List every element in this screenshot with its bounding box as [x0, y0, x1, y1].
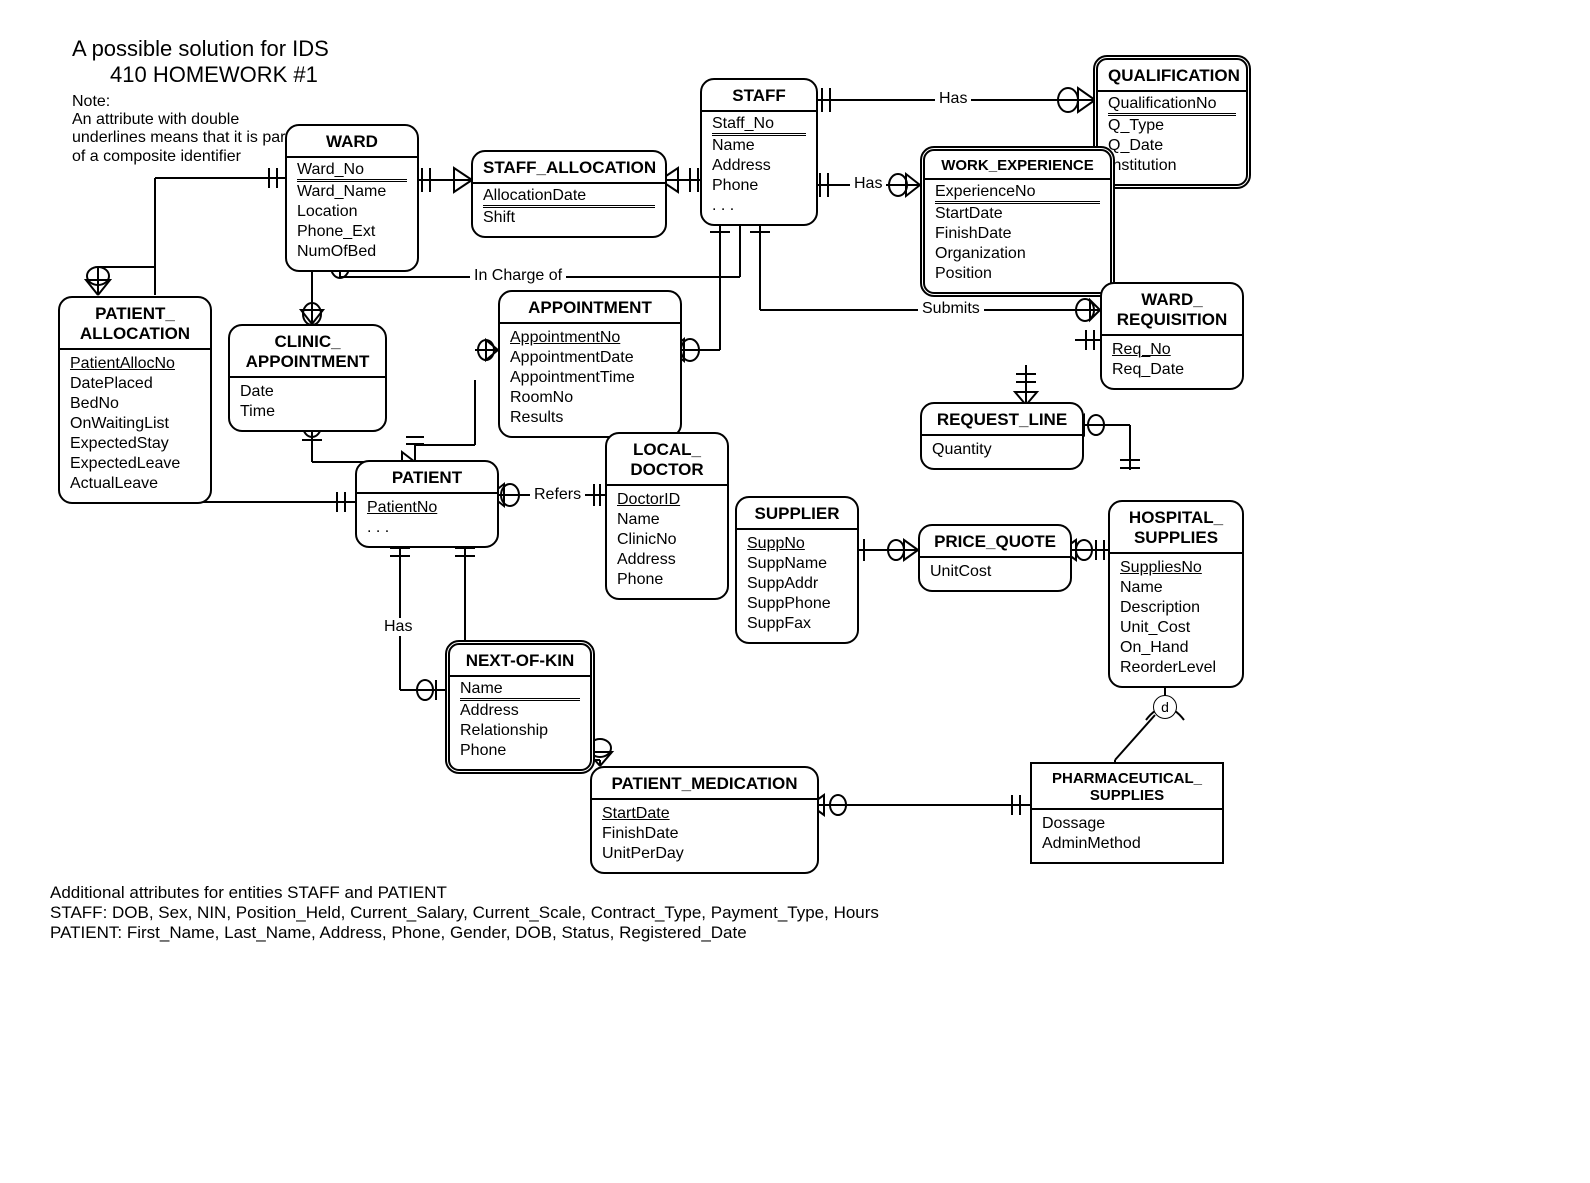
- entity-ward-name: WARD: [297, 132, 407, 154]
- entity-ward-attrs: Ward_No Ward_Name Location Phone_Ext Num…: [297, 162, 407, 262]
- entity-work-experience-name: WORK_EXPERIENCE: [935, 157, 1100, 176]
- rel-submits: Submits: [918, 300, 984, 318]
- footnote-line3: PATIENT: First_Name, Last_Name, Address,…: [50, 922, 747, 945]
- entity-clinic-appointment-name: CLINIC_ APPOINTMENT: [240, 332, 375, 374]
- entity-request-line: REQUEST_LINE Quantity: [920, 402, 1084, 470]
- entity-patient-medication-attrs: StartDate FinishDate UnitPerDay: [602, 804, 807, 864]
- entity-supplier-attrs: SuppNo SuppName SuppAddr SuppPhone SuppF…: [747, 534, 847, 634]
- entity-patient-medication-name: PATIENT_MEDICATION: [602, 774, 807, 796]
- entity-staff-allocation-name: STAFF_ALLOCATION: [483, 158, 655, 180]
- entity-qualification-name: QUALIFICATION: [1108, 66, 1236, 88]
- entity-patient: PATIENT PatientNo . . .: [355, 460, 499, 548]
- rel-has-experience: Has: [850, 175, 886, 193]
- entity-hospital-supplies-name: HOSPITAL_ SUPPLIES: [1120, 508, 1232, 550]
- entity-patient-allocation: PATIENT_ ALLOCATION PatientAllocNo DateP…: [58, 296, 212, 504]
- entity-work-experience-attrs: ExperienceNo StartDate FinishDate Organi…: [935, 184, 1100, 284]
- entity-patient-medication: PATIENT_MEDICATION StartDate FinishDate …: [590, 766, 819, 874]
- entity-local-doctor-attrs: DoctorID Name ClinicNo Address Phone: [617, 490, 717, 590]
- rel-has-kin: Has: [380, 618, 416, 636]
- entity-appointment-attrs: AppointmentNo AppointmentDate Appointmen…: [510, 328, 670, 428]
- disjoint-indicator: d: [1153, 695, 1177, 719]
- entity-hospital-supplies-attrs: SuppliesNo Name Description Unit_Cost On…: [1120, 558, 1232, 678]
- entity-clinic-appointment-attrs: Date Time: [240, 382, 375, 422]
- entity-appointment: APPOINTMENT AppointmentNo AppointmentDat…: [498, 290, 682, 438]
- entity-staff-allocation: STAFF_ALLOCATION AllocationDate Shift: [471, 150, 667, 238]
- entity-price-quote-attrs: UnitCost: [930, 562, 1060, 582]
- entity-work-experience: WORK_EXPERIENCE ExperienceNo StartDate F…: [920, 146, 1115, 297]
- entity-supplier: SUPPLIER SuppNo SuppName SuppAddr SuppPh…: [735, 496, 859, 644]
- note-line3: underlines means that it is part: [72, 128, 290, 149]
- entity-pharmaceutical-supplies-attrs: Dossage AdminMethod: [1042, 814, 1212, 854]
- title-line1: A possible solution for IDS: [72, 36, 329, 62]
- entity-pharmaceutical-supplies: PHARMACEUTICAL_ SUPPLIES Dossage AdminMe…: [1030, 762, 1224, 864]
- rel-has-qualification: Has: [935, 90, 971, 108]
- rel-refers: Refers: [530, 486, 585, 504]
- entity-qualification: QUALIFICATION QualificationNo Q_Type Q_D…: [1093, 55, 1251, 189]
- entity-next-of-kin-name: NEXT-OF-KIN: [460, 651, 580, 673]
- entity-price-quote: PRICE_QUOTE UnitCost: [918, 524, 1072, 592]
- entity-next-of-kin-attrs: Name Address Relationship Phone: [460, 681, 580, 761]
- entity-hospital-supplies: HOSPITAL_ SUPPLIES SuppliesNo Name Descr…: [1108, 500, 1244, 688]
- erd-canvas: A possible solution for IDS 410 HOMEWORK…: [0, 0, 1590, 1183]
- entity-pharmaceutical-supplies-name: PHARMACEUTICAL_ SUPPLIES: [1042, 770, 1212, 806]
- entity-clinic-appointment: CLINIC_ APPOINTMENT Date Time: [228, 324, 387, 432]
- entity-request-line-attrs: Quantity: [932, 440, 1072, 460]
- entity-price-quote-name: PRICE_QUOTE: [930, 532, 1060, 554]
- entity-next-of-kin: NEXT-OF-KIN Name Address Relationship Ph…: [445, 640, 595, 774]
- entity-staff-attrs: Staff_No Name Address Phone . . .: [712, 116, 806, 216]
- title-line2: 410 HOMEWORK #1: [110, 62, 318, 88]
- entity-appointment-name: APPOINTMENT: [510, 298, 670, 320]
- entity-local-doctor-name: LOCAL_ DOCTOR: [617, 440, 717, 482]
- entity-qualification-attrs: QualificationNo Q_Type Q_Date Institutio…: [1108, 96, 1236, 176]
- entity-ward-requisition-name: WARD_ REQUISITION: [1112, 290, 1232, 332]
- note-line4: of a composite identifier: [72, 147, 241, 168]
- entity-staff: STAFF Staff_No Name Address Phone . . .: [700, 78, 818, 226]
- entity-ward: WARD Ward_No Ward_Name Location Phone_Ex…: [285, 124, 419, 272]
- rel-in-charge-of: In Charge of: [470, 267, 566, 285]
- entity-ward-requisition-attrs: Req_No Req_Date: [1112, 340, 1232, 380]
- entity-staff-allocation-attrs: AllocationDate Shift: [483, 188, 655, 228]
- entity-ward-requisition: WARD_ REQUISITION Req_No Req_Date: [1100, 282, 1244, 390]
- entity-staff-name: STAFF: [712, 86, 806, 108]
- entity-patient-name: PATIENT: [367, 468, 487, 490]
- entity-patient-attrs: PatientNo . . .: [367, 498, 487, 538]
- entity-patient-allocation-name: PATIENT_ ALLOCATION: [70, 304, 200, 346]
- entity-request-line-name: REQUEST_LINE: [932, 410, 1072, 432]
- entity-local-doctor: LOCAL_ DOCTOR DoctorID Name ClinicNo Add…: [605, 432, 729, 600]
- entity-supplier-name: SUPPLIER: [747, 504, 847, 526]
- entity-patient-allocation-attrs: PatientAllocNo DatePlaced BedNo OnWaitin…: [70, 354, 200, 494]
